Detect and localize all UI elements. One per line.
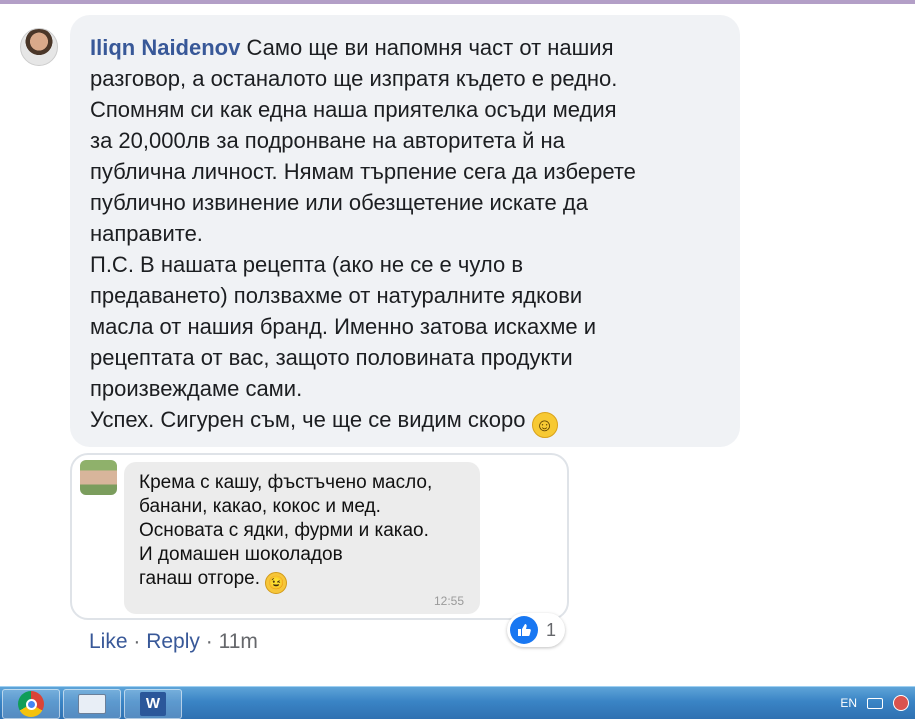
commenter-avatar[interactable] [20,28,58,66]
smile-emoji-icon: ☺ [531,412,558,438]
attachment-chat-bubble: Крема с кашу, фъстъчено масло, банани, к… [124,462,480,614]
reply-link[interactable]: Reply [146,630,200,653]
attachment-message-text: Крема с кашу, фъстъчено масло, банани, к… [139,472,433,589]
comment-age[interactable]: 11m [219,630,258,653]
attachment-message: Крема с кашу, фъстъчено масло, банани, к… [139,471,466,594]
window-top-border [0,0,915,4]
action-separator: · [127,630,147,653]
attachment-sender-avatar [80,460,117,495]
reaction-count: 1 [546,619,557,640]
word-icon: W [140,692,166,716]
keyboard-app-taskbar-button[interactable] [63,689,121,719]
comment-bubble: Iliqn Naidenov Само ще ви напомня част о… [70,15,740,447]
comment-actions: Like · Reply · 11m [89,630,258,654]
attachment-timestamp: 12:55 [433,594,464,608]
comment-author-link[interactable]: Iliqn Naidenov [90,35,240,60]
network-icon[interactable] [893,695,909,711]
comment-body: Iliqn Naidenov Само ще ви напомня част о… [90,32,720,438]
system-tray: EN [840,695,909,711]
chrome-icon [18,691,44,717]
like-reaction-icon [510,616,538,644]
like-link[interactable]: Like [89,630,128,653]
word-taskbar-button[interactable]: W [124,689,182,719]
action-separator: · [199,630,219,653]
language-indicator[interactable]: EN [840,696,857,710]
windows-taskbar: W EN [0,686,915,719]
reaction-summary[interactable]: 1 [507,613,565,647]
chrome-taskbar-button[interactable] [2,689,60,719]
wink-emoji-icon: 😉 [265,572,288,594]
comment-text: Само ще ви напомня част от нашия разгово… [90,35,636,432]
keyboard-app-icon [78,694,106,714]
keyboard-icon[interactable] [867,697,883,709]
